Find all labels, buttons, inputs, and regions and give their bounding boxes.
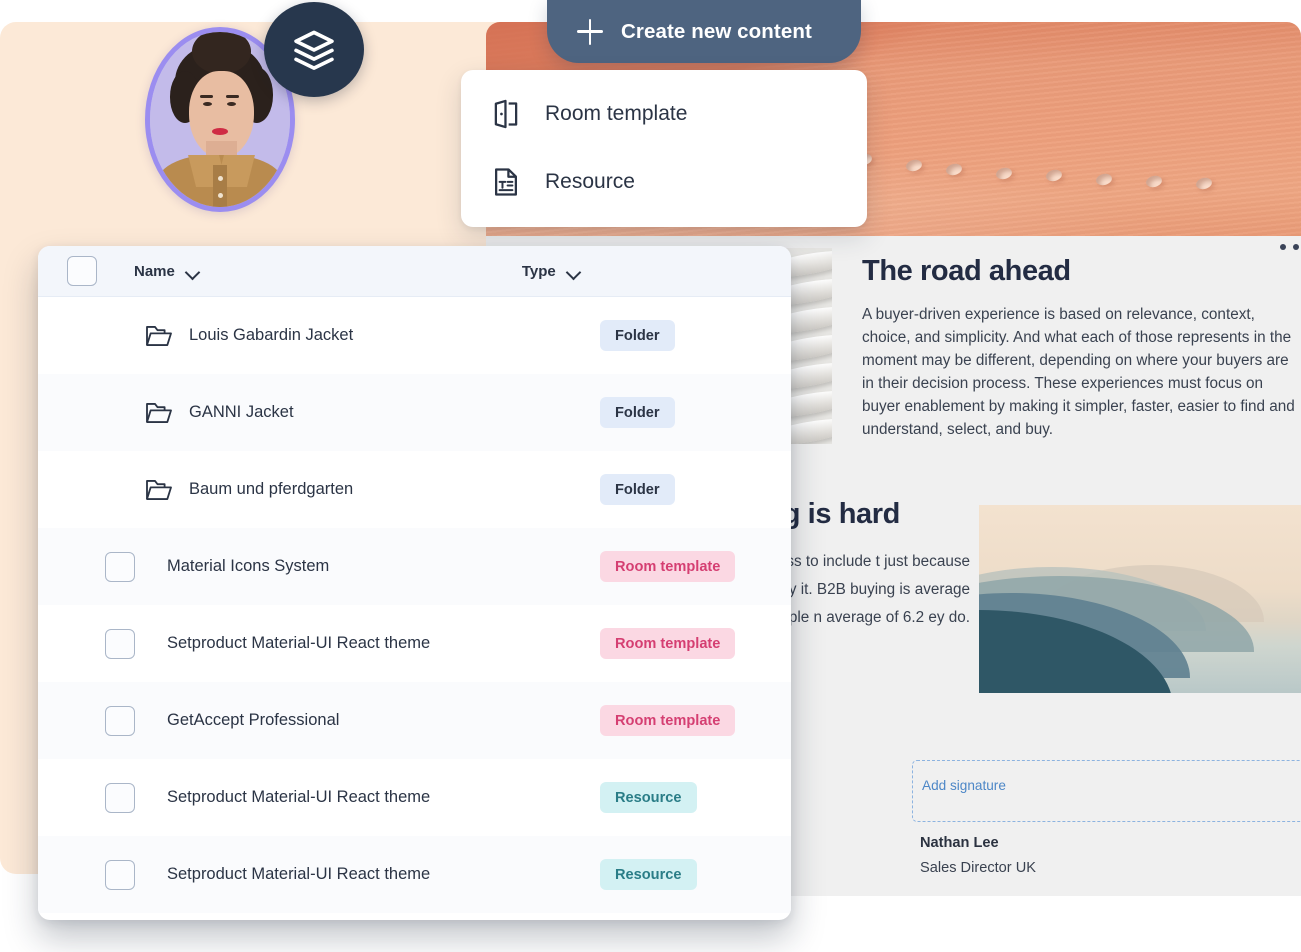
status-badge: Folder [600, 397, 675, 428]
signer-role: Sales Director UK [920, 860, 1036, 876]
column-header-type[interactable]: Type [522, 263, 581, 280]
create-new-content-label: Create new content [621, 19, 812, 43]
dropdown-item-room-template[interactable]: Room template [461, 80, 867, 148]
row-name: Material Icons System [167, 557, 330, 575]
dropdown-item-room-template-label: Room template [545, 102, 688, 125]
document-section-body: A buyer-driven experience is based on re… [862, 306, 1295, 438]
chevron-down-icon [186, 267, 200, 276]
dropdown-item-resource[interactable]: Resource [461, 148, 867, 216]
plus-icon [577, 18, 603, 45]
row-name: GANNI Jacket [189, 403, 294, 421]
status-badge: Resource [600, 859, 697, 890]
dropdown-item-resource-label: Resource [545, 170, 635, 193]
create-new-content-button[interactable]: Create new content [547, 0, 861, 63]
folder-icon [145, 401, 173, 425]
table-row[interactable]: Louis Gabardin Jacket Folder [38, 297, 791, 374]
mountains-image [979, 505, 1301, 693]
row-checkbox[interactable] [105, 551, 135, 582]
status-badge: Room template [600, 628, 736, 659]
document-section-title: The road ahead [862, 255, 1071, 287]
row-name: GetAccept Professional [167, 711, 340, 729]
more-options-icon[interactable] [1280, 244, 1299, 250]
row-checkbox[interactable] [105, 859, 135, 890]
row-name: Baum und pferdgarten [189, 480, 354, 498]
row-name: Louis Gabardin Jacket [189, 326, 354, 344]
column-header-name-label: Name [134, 262, 175, 280]
status-badge: Folder [600, 474, 675, 505]
column-header-name[interactable]: Name [134, 263, 200, 280]
create-content-dropdown: Room template Resource [461, 70, 867, 227]
chevron-down-icon [567, 267, 581, 276]
app-screenshot: The road ahead A buyer-driven experience… [0, 0, 1301, 952]
table-row[interactable]: Setproduct Material-UI React theme Resou… [38, 759, 791, 836]
row-checkbox[interactable] [105, 628, 135, 659]
folder-icon [145, 478, 173, 502]
row-name: Setproduct Material-UI React theme [167, 634, 431, 652]
content-table: Name Type Louis Gabardin Jacket Folder G… [38, 246, 791, 920]
status-badge: Resource [600, 782, 697, 813]
status-badge: Folder [600, 320, 675, 351]
door-icon [489, 97, 523, 131]
table-header-row: Name Type [38, 246, 791, 297]
select-all-checkbox[interactable] [67, 256, 97, 286]
add-signature-link[interactable]: Add signature [922, 778, 1006, 793]
row-checkbox[interactable] [105, 705, 135, 736]
table-row[interactable]: Baum und pferdgarten Folder [38, 451, 791, 528]
status-badge: Room template [600, 551, 736, 582]
document-text-icon [489, 165, 523, 199]
row-name: Setproduct Material-UI React theme [167, 788, 431, 806]
layers-icon[interactable] [264, 2, 364, 97]
folder-icon [145, 324, 173, 348]
signer-name: Nathan Lee [920, 835, 999, 851]
table-row[interactable]: GANNI Jacket Folder [38, 374, 791, 451]
status-badge: Room template [600, 705, 736, 736]
row-name: Setproduct Material-UI React theme [167, 865, 431, 883]
table-row[interactable]: Setproduct Material-UI React theme Room … [38, 605, 791, 682]
table-row[interactable]: Setproduct Material-UI React theme Resou… [38, 836, 791, 913]
row-checkbox[interactable] [105, 782, 135, 813]
column-header-type-label: Type [521, 262, 556, 280]
signature-area: Add signature Nathan Lee Sales Director … [890, 740, 1301, 900]
table-row[interactable]: Material Icons System Room template [38, 528, 791, 605]
table-row[interactable]: GetAccept Professional Room template [38, 682, 791, 759]
